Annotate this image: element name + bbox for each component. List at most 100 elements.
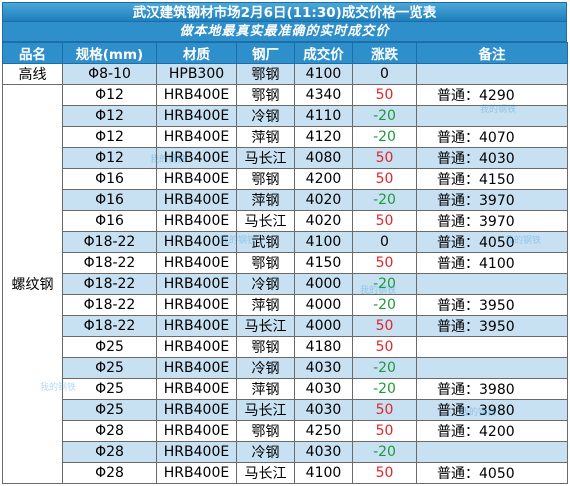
grade-cell: HRB400E: [156, 105, 237, 127]
price-cell: 4100: [294, 462, 353, 484]
table-row: Φ16 HRB400E 马长江 4020 50 普通：3970: [3, 210, 568, 232]
table-slogan: 做本地最真实最准确的实时成交价: [2, 22, 567, 42]
note-cell: [416, 357, 568, 379]
spec-cell: Φ18-22: [62, 231, 157, 253]
table-title: 武汉建筑钢材市场2月6日(11:30)成交价格一览表: [2, 2, 567, 22]
header-change: 涨跌: [352, 42, 417, 64]
change-cell: 50: [352, 315, 417, 337]
price-cell: 4030: [294, 399, 353, 421]
mill-cell: 冷钢: [236, 357, 295, 379]
table-row: Φ25 HRB400E 马长江 4030 50 普通：3980: [3, 399, 568, 421]
price-cell: 4340: [294, 84, 353, 106]
price-table-body: 高线 Φ8-10 HPB300 鄂钢 4100 0 螺纹钢 Φ12 HRB400E 鄂钢 4340 5…: [2, 63, 568, 484]
change-cell: -20: [352, 105, 417, 127]
mill-cell: 马长江: [236, 147, 295, 169]
table-row: Φ18-22 HRB400E 冷钢 4000 -20: [3, 273, 568, 295]
spec-cell: Φ28: [62, 420, 157, 442]
change-cell: 50: [352, 252, 417, 274]
note-cell: 普通：4030: [416, 147, 568, 169]
table-row: Φ25 HRB400E 鄂钢 4180 50: [3, 336, 568, 358]
mill-cell: 萍钢: [236, 126, 295, 148]
note-cell: [416, 441, 568, 463]
note-cell: 普通：3980: [416, 378, 568, 400]
grade-cell: HRB400E: [156, 441, 237, 463]
grade-cell: HRB400E: [156, 84, 237, 106]
change-cell: -20: [352, 294, 417, 316]
spec-cell: Φ18-22: [62, 273, 157, 295]
table-row: Φ28 HRB400E 冷钢 4030 -20: [3, 441, 568, 463]
mill-cell: 武钢: [236, 231, 295, 253]
change-cell: 50: [352, 336, 417, 358]
note-cell: [416, 336, 568, 358]
spec-cell: Φ25: [62, 357, 157, 379]
spec-cell: Φ16: [62, 210, 157, 232]
grade-cell: HRB400E: [156, 231, 237, 253]
change-cell: -20: [352, 378, 417, 400]
note-cell: 普通：4070: [416, 126, 568, 148]
price-cell: 4250: [294, 420, 353, 442]
spec-cell: Φ28: [62, 441, 157, 463]
change-cell: -20: [352, 189, 417, 211]
price-cell: 4180: [294, 336, 353, 358]
price-cell: 4000: [294, 273, 353, 295]
product-name-cell: 螺纹钢: [2, 84, 63, 484]
table-row: Φ12 HRB400E 马长江 4080 50 普通：4030: [3, 147, 568, 169]
mill-cell: 萍钢: [236, 378, 295, 400]
table-row: Φ16 HRB400E 鄂钢 4200 50 普通：4150: [3, 168, 568, 190]
table-row: Φ25 HRB400E 萍钢 4030 -20 普通：3980: [3, 378, 568, 400]
header-product: 品名: [2, 42, 63, 64]
mill-cell: 冷钢: [236, 105, 295, 127]
price-table: 品名 规格(mm) 材质 钢厂 成交价 涨跌 备注 高线 Φ8-10 HPB300 鄂…: [2, 42, 568, 484]
price-cell: 4000: [294, 315, 353, 337]
spec-cell: Φ12: [62, 84, 157, 106]
change-cell: 50: [352, 84, 417, 106]
header-spec: 规格(mm): [62, 42, 157, 64]
price-cell: 4030: [294, 357, 353, 379]
change-cell: 0: [352, 63, 417, 85]
price-cell: 4200: [294, 168, 353, 190]
grade-cell: HRB400E: [156, 399, 237, 421]
price-cell: 4020: [294, 189, 353, 211]
table-row: 螺纹钢 Φ12 HRB400E 鄂钢 4340 50 普通：4290: [2, 84, 568, 484]
spec-cell: Φ16: [62, 189, 157, 211]
grade-cell: HRB400E: [156, 357, 237, 379]
grade-cell: HRB400E: [156, 210, 237, 232]
note-cell: [416, 273, 568, 295]
spec-cell: Φ12: [62, 105, 157, 127]
change-cell: 0: [352, 231, 417, 253]
price-cell: 4080: [294, 147, 353, 169]
note-cell: 普通：3950: [416, 294, 568, 316]
note-cell: 普通：4290: [416, 84, 568, 106]
change-cell: 50: [352, 462, 417, 484]
mill-cell: 鄂钢: [236, 336, 295, 358]
price-cell: 4100: [294, 63, 353, 85]
mill-cell: 马长江: [236, 399, 295, 421]
mill-cell: 鄂钢: [236, 84, 295, 106]
mill-cell: 冷钢: [236, 441, 295, 463]
table-row: Φ18-22 HRB400E 武钢 4100 0 普通：4050: [3, 231, 568, 253]
change-cell: -20: [352, 441, 417, 463]
header-row: 品名 规格(mm) 材质 钢厂 成交价 涨跌 备注: [2, 42, 568, 64]
grade-cell: HRB400E: [156, 252, 237, 274]
price-table-container: 武汉建筑钢材市场2月6日(11:30)成交价格一览表 做本地最真实最准确的实时成…: [2, 2, 568, 484]
change-cell: -20: [352, 357, 417, 379]
table-row: Φ18-22 HRB400E 萍钢 4000 -20 普通：3950: [3, 294, 568, 316]
header-note: 备注: [416, 42, 568, 64]
grade-cell: HRB400E: [156, 273, 237, 295]
table-row: Φ18-22 HRB400E 马长江 4000 50 普通：3950: [3, 315, 568, 337]
note-cell: 普通：4200: [416, 420, 568, 442]
note-cell: 普通：3970: [416, 210, 568, 232]
note-cell: 普通：4150: [416, 168, 568, 190]
table-row: Φ12 HRB400E 萍钢 4120 -20 普通：4070: [3, 126, 568, 148]
note-cell: 普通：3980: [416, 399, 568, 421]
grade-cell: HRB400E: [156, 126, 237, 148]
change-cell: 50: [352, 210, 417, 232]
mill-cell: 马长江: [236, 210, 295, 232]
mill-cell: 鄂钢: [236, 168, 295, 190]
spec-cell: Φ8-10: [62, 63, 157, 85]
table-row: Φ12 HRB400E 冷钢 4110 -20: [3, 105, 568, 127]
change-cell: 50: [352, 399, 417, 421]
grade-cell: HRB400E: [156, 168, 237, 190]
header-price: 成交价: [294, 42, 353, 64]
spec-cell: Φ28: [62, 462, 157, 484]
